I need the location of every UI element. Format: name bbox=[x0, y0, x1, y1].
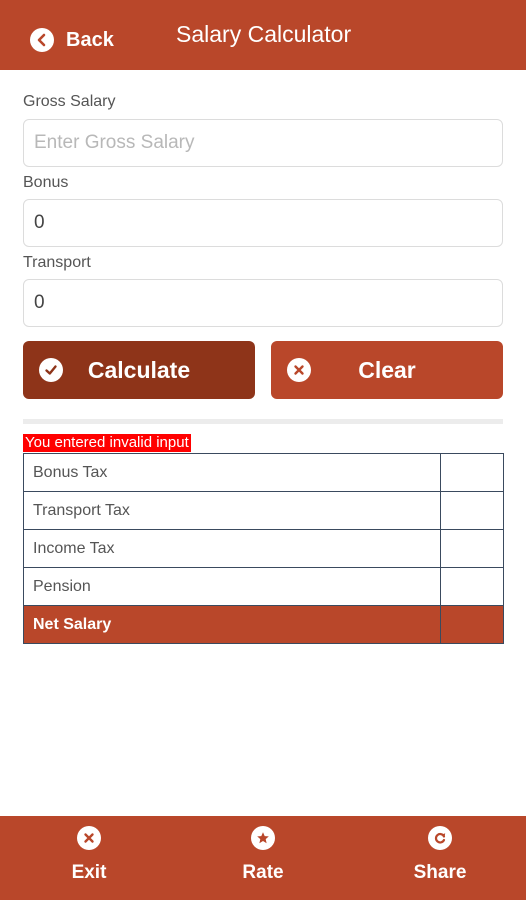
back-button[interactable]: Back bbox=[30, 24, 114, 56]
table-row: Income Tax bbox=[23, 529, 504, 568]
rate-button[interactable]: Rate bbox=[203, 826, 323, 884]
star-icon bbox=[251, 826, 275, 850]
calculate-button[interactable]: Calculate bbox=[23, 341, 255, 399]
divider bbox=[23, 419, 503, 424]
exit-button[interactable]: Exit bbox=[29, 826, 149, 884]
row-label-pension: Pension bbox=[23, 567, 441, 606]
calculate-label: Calculate bbox=[87, 356, 191, 383]
clear-button[interactable]: Clear bbox=[271, 341, 503, 399]
table-row: Transport Tax bbox=[23, 491, 504, 530]
net-salary-row: Net Salary bbox=[23, 605, 504, 644]
back-label: Back bbox=[66, 28, 114, 51]
app-header: Back Salary Calculator bbox=[0, 0, 526, 70]
row-value-net-salary bbox=[440, 605, 504, 644]
row-value-bonus-tax bbox=[440, 453, 504, 492]
bottom-nav: Exit Rate Share bbox=[0, 816, 526, 900]
transport-input[interactable] bbox=[23, 279, 503, 327]
check-icon bbox=[39, 358, 63, 382]
share-button[interactable]: Share bbox=[380, 826, 500, 884]
row-label-net-salary: Net Salary bbox=[23, 605, 441, 644]
clear-label: Clear bbox=[358, 356, 416, 383]
close-icon bbox=[287, 358, 311, 382]
row-value-pension bbox=[440, 567, 504, 606]
results-table: Bonus Tax Transport Tax Income Tax Pensi… bbox=[23, 453, 504, 644]
table-row: Pension bbox=[23, 567, 504, 606]
row-label-income-tax: Income Tax bbox=[23, 529, 441, 568]
share-label: Share bbox=[413, 862, 467, 883]
transport-label: Transport bbox=[23, 254, 91, 271]
gross-salary-label: Gross Salary bbox=[23, 93, 116, 110]
share-icon bbox=[428, 826, 452, 850]
exit-label: Exit bbox=[71, 862, 107, 883]
rate-label: Rate bbox=[242, 862, 284, 883]
table-row: Bonus Tax bbox=[23, 453, 504, 492]
row-label-bonus-tax: Bonus Tax bbox=[23, 453, 441, 492]
bonus-input[interactable] bbox=[23, 199, 503, 247]
row-value-income-tax bbox=[440, 529, 504, 568]
close-icon bbox=[77, 826, 101, 850]
row-value-transport-tax bbox=[440, 491, 504, 530]
chevron-left-icon bbox=[30, 28, 54, 52]
error-message: You entered invalid input bbox=[23, 434, 191, 452]
page-title: Salary Calculator bbox=[176, 21, 352, 47]
gross-salary-input[interactable] bbox=[23, 119, 503, 167]
bonus-label: Bonus bbox=[23, 174, 69, 191]
row-label-transport-tax: Transport Tax bbox=[23, 491, 441, 530]
